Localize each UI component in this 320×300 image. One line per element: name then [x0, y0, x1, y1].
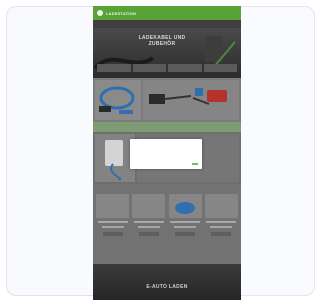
feature-button[interactable]	[138, 232, 159, 236]
hero-tab[interactable]	[203, 64, 237, 72]
feature-image	[204, 194, 238, 218]
feature-card[interactable]	[132, 194, 166, 240]
feature-image	[132, 194, 166, 218]
feature-text	[137, 226, 160, 228]
feature-text	[101, 226, 124, 228]
bottom-banner: E-AUTO LADEN	[93, 264, 241, 300]
feature-card[interactable]	[168, 194, 202, 240]
bottom-banner-title: E-AUTO LADEN	[146, 284, 188, 290]
feature-text	[210, 226, 233, 228]
product-row	[93, 78, 241, 122]
feature-image	[96, 194, 130, 218]
feature-text	[174, 226, 197, 228]
cable-product-image	[99, 86, 135, 114]
features-section	[93, 184, 241, 264]
feature-text	[133, 221, 164, 223]
product-tile[interactable]	[95, 80, 141, 120]
hero-title: LADEKABEL UND ZUBEHÖR	[138, 35, 186, 47]
logo-icon	[97, 10, 103, 16]
product-tile[interactable]	[143, 80, 239, 120]
site-header: LADESTATION	[93, 6, 241, 20]
preview-card-side	[241, 6, 315, 296]
hero-tab[interactable]	[168, 64, 202, 72]
feature-button[interactable]	[211, 232, 232, 236]
wallbox-image	[95, 134, 135, 182]
feature-button[interactable]	[102, 232, 123, 236]
feature-text	[97, 221, 128, 223]
hero-banner: LADEKABEL UND ZUBEHÖR	[93, 28, 241, 78]
info-strip	[93, 122, 241, 132]
adapter-product-image	[149, 88, 227, 105]
feature-image	[168, 194, 202, 218]
cookie-dialog-actions	[134, 163, 198, 165]
site-nav	[93, 20, 241, 28]
feature-button[interactable]	[175, 232, 196, 236]
hero-tab[interactable]	[132, 64, 166, 72]
feature-card[interactable]	[204, 194, 238, 240]
feature-text	[170, 221, 201, 223]
feature-card[interactable]	[96, 194, 130, 240]
site-logo: LADESTATION	[106, 10, 137, 16]
cookie-dialog	[130, 139, 202, 169]
hero-tab[interactable]	[97, 64, 131, 72]
feature-text	[206, 221, 237, 223]
hero-tabs	[93, 64, 241, 72]
features-grid	[96, 194, 238, 240]
cookie-accept-button[interactable]	[192, 163, 198, 165]
